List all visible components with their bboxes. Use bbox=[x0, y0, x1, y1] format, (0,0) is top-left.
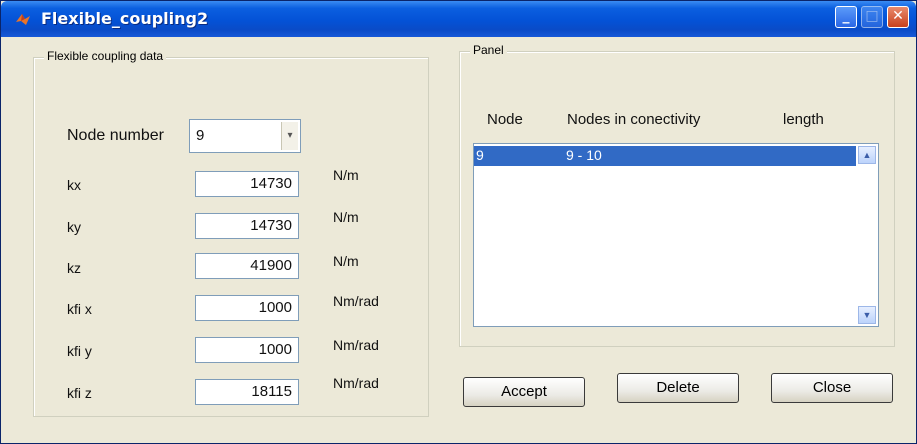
kfi-z-label: kfi z bbox=[67, 385, 92, 401]
kfi-x-label: kfi x bbox=[67, 301, 92, 317]
kz-input[interactable]: 41900 bbox=[195, 253, 299, 279]
close-window-button[interactable]: ✕ bbox=[887, 6, 909, 28]
accept-button[interactable]: Accept bbox=[463, 377, 585, 407]
node-number-value: 9 bbox=[196, 127, 205, 144]
kfi-y-label: kfi y bbox=[67, 343, 92, 359]
window-title: Flexible_coupling2 bbox=[41, 9, 209, 28]
column-header-connectivity: Nodes in conectivity bbox=[567, 111, 701, 128]
column-header-length: length bbox=[783, 111, 824, 128]
maximize-button[interactable]: □ bbox=[861, 6, 883, 28]
node-number-label: Node number bbox=[67, 127, 164, 144]
kx-input[interactable]: 14730 bbox=[195, 171, 299, 197]
delete-button[interactable]: Delete bbox=[617, 373, 739, 403]
coupling-group-label: Flexible coupling data bbox=[44, 49, 167, 63]
kx-unit: N/m bbox=[333, 167, 359, 183]
scroll-up-icon[interactable]: ▲ bbox=[858, 146, 876, 164]
connectivity-list[interactable]: 9 9 - 10 ▲ ▼ bbox=[473, 143, 879, 327]
panel-group-label: Panel bbox=[470, 43, 507, 57]
ky-unit: N/m bbox=[333, 209, 359, 225]
list-item-connectivity: 9 - 10 bbox=[566, 147, 602, 163]
column-header-node: Node bbox=[487, 111, 523, 128]
kfi-x-unit: Nm/rad bbox=[333, 293, 379, 309]
kfi-z-unit: Nm/rad bbox=[333, 375, 379, 391]
kfi-y-input[interactable]: 1000 bbox=[195, 337, 299, 363]
minimize-button[interactable]: _ bbox=[835, 6, 857, 28]
kz-label: kz bbox=[67, 260, 81, 276]
kfi-z-input[interactable]: 18115 bbox=[195, 379, 299, 405]
kz-unit: N/m bbox=[333, 253, 359, 269]
minimize-icon: _ bbox=[842, 8, 850, 24]
title-bar[interactable]: Flexible_coupling2 _ □ ✕ bbox=[1, 1, 916, 37]
node-number-select[interactable]: 9 ▾ bbox=[189, 119, 301, 153]
ky-input[interactable]: 14730 bbox=[195, 213, 299, 239]
dialog-window: Flexible_coupling2 _ □ ✕ Flexible coupli… bbox=[0, 0, 917, 444]
kfi-y-unit: Nm/rad bbox=[333, 337, 379, 353]
chevron-down-icon[interactable]: ▾ bbox=[281, 122, 298, 150]
ky-label: ky bbox=[67, 219, 81, 235]
matlab-icon bbox=[16, 14, 30, 25]
scroll-down-icon[interactable]: ▼ bbox=[858, 306, 876, 324]
maximize-icon: □ bbox=[865, 8, 879, 24]
close-button[interactable]: Close bbox=[771, 373, 893, 403]
kx-label: kx bbox=[67, 177, 81, 193]
kfi-x-input[interactable]: 1000 bbox=[195, 295, 299, 321]
list-item[interactable]: 9 9 - 10 bbox=[474, 146, 856, 166]
list-item-node: 9 bbox=[476, 147, 484, 163]
close-icon: ✕ bbox=[892, 8, 904, 24]
